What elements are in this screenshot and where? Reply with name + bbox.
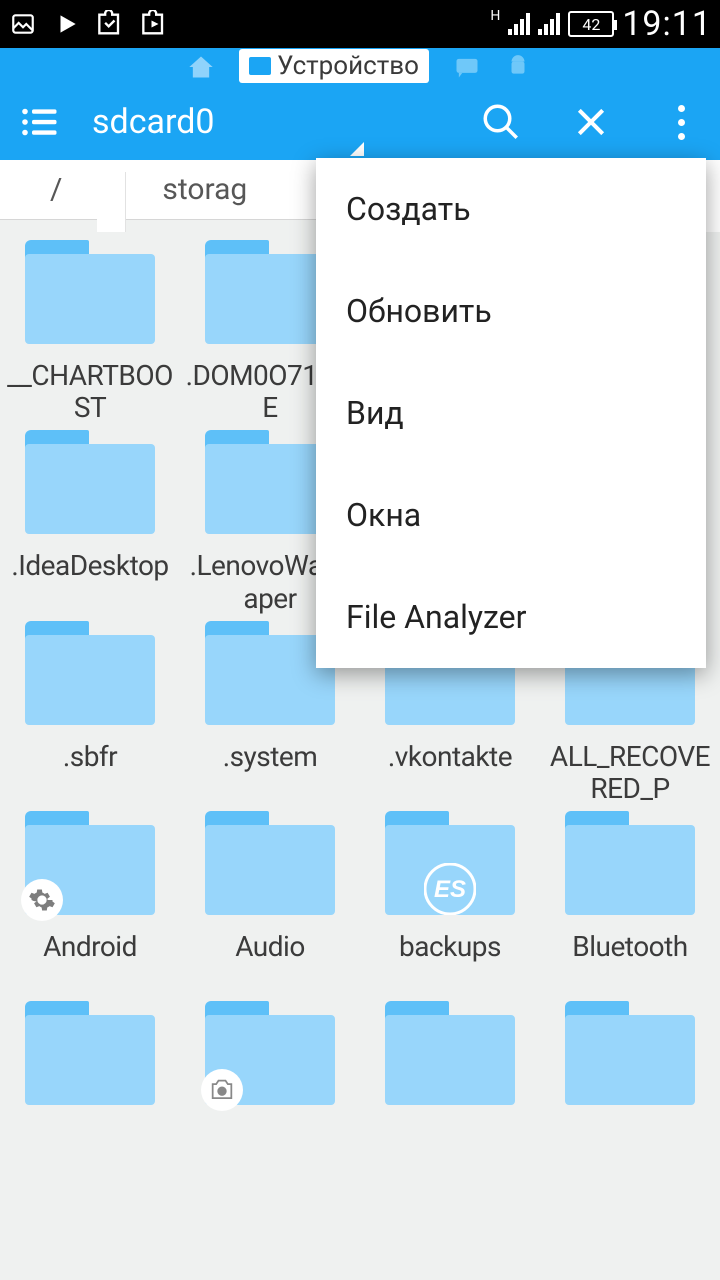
signal-2-icon (538, 13, 560, 35)
crumb-root[interactable]: / (0, 172, 112, 207)
folder-icon: ES (385, 811, 515, 915)
bag-check-icon (96, 9, 126, 39)
clock: 19:11 (622, 4, 712, 44)
folder-item[interactable]: .sbfr (0, 621, 180, 805)
es-badge-icon: ES (424, 863, 476, 915)
folder-icon (25, 811, 155, 915)
battery-icon: 42 (568, 11, 614, 37)
folder-icon (205, 1001, 335, 1105)
camera-badge-icon (201, 1069, 243, 1111)
folder-item[interactable]: Audio (180, 811, 360, 995)
bag-play-icon (140, 9, 170, 39)
folder-label: backups (399, 931, 501, 995)
folder-label: .sbfr (63, 741, 117, 805)
tab-device-label: Устройство (277, 51, 419, 81)
menu-refresh[interactable]: Обновить (316, 260, 706, 362)
tab-device[interactable]: Устройство (239, 49, 429, 83)
folder-icon (25, 240, 155, 344)
folder-item[interactable]: Android (0, 811, 180, 995)
location-title[interactable]: sdcard0 (92, 102, 215, 142)
folder-item[interactable]: Bluetooth (540, 811, 720, 995)
gear-badge-icon (21, 879, 63, 921)
folder-icon (205, 811, 335, 915)
folder-label: .system (223, 741, 318, 805)
folder-icon (25, 430, 155, 534)
home-icon[interactable] (187, 53, 215, 79)
menu-windows[interactable]: Окна (316, 464, 706, 566)
battery-level: 42 (582, 15, 600, 34)
menu-button[interactable] (14, 102, 64, 142)
folder-item[interactable] (180, 1001, 360, 1185)
folder-label: .IdeaDesktop (11, 550, 168, 614)
folder-icon (565, 811, 695, 915)
folder-item[interactable]: .IdeaDesktop (0, 430, 180, 614)
folder-item[interactable]: ES backups (360, 811, 540, 995)
close-button[interactable] (566, 97, 616, 147)
signal-1-icon (508, 13, 530, 35)
play-icon (52, 9, 82, 39)
folder-label: .vkontakte (388, 741, 512, 805)
search-button[interactable] (476, 97, 526, 147)
dropdown-indicator-icon (350, 142, 364, 156)
svg-text:ES: ES (434, 876, 466, 903)
context-menu: Создать Обновить Вид Окна File Analyzer (316, 158, 706, 668)
folder-item[interactable] (360, 1001, 540, 1185)
menu-create[interactable]: Создать (316, 158, 706, 260)
folder-label: __CHARTBOOST (3, 360, 177, 424)
folder-label: Bluetooth (572, 931, 687, 995)
status-bar: H 42 19:11 (0, 0, 720, 48)
folder-item[interactable] (0, 1001, 180, 1185)
menu-view[interactable]: Вид (316, 362, 706, 464)
network-h-label: H (490, 8, 500, 24)
folder-item[interactable] (540, 1001, 720, 1185)
folder-label: Android (43, 931, 137, 995)
folder-label: ALL_RECOVERED_P (543, 741, 717, 805)
folder-item[interactable]: __CHARTBOOST (0, 240, 180, 424)
image-icon (8, 9, 38, 39)
top-tabs: Устройство (0, 48, 720, 84)
android-icon[interactable] (505, 53, 533, 79)
menu-analyzer[interactable]: File Analyzer (316, 566, 706, 668)
folder-icon (25, 1001, 155, 1105)
sd-icon (249, 57, 271, 75)
chat-icon[interactable] (453, 53, 481, 79)
folder-icon (25, 621, 155, 725)
folder-icon (565, 1001, 695, 1105)
overflow-button[interactable] (656, 97, 706, 147)
folder-label: Audio (235, 931, 305, 995)
folder-icon (385, 1001, 515, 1105)
